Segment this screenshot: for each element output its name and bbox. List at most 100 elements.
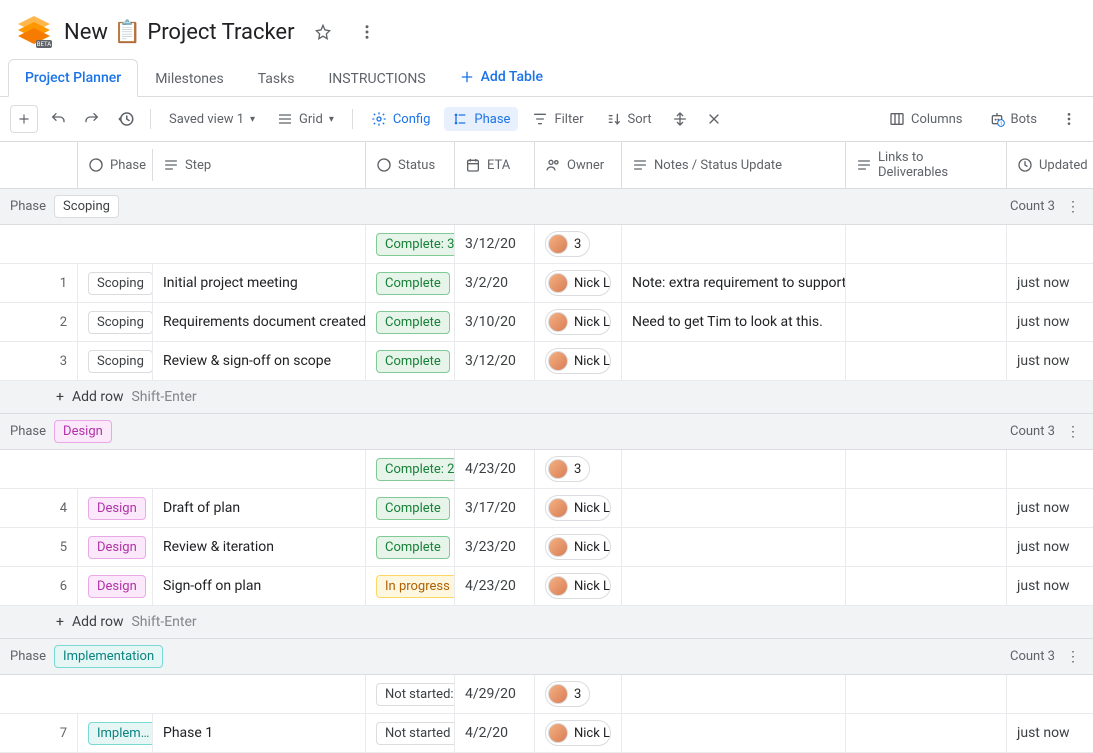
step-col-header[interactable]: Step [153,149,365,181]
summary-owner[interactable]: 3 [535,450,622,488]
cell-eta[interactable]: 4/23/20 [455,567,535,605]
cell-owner[interactable]: Nick La… [535,303,622,341]
cell-status[interactable]: Complete [366,264,455,302]
sort-button[interactable]: Sort [598,107,660,131]
cell-updated[interactable]: just now [1007,303,1093,341]
cell-status[interactable]: Complete [366,528,455,566]
cell-owner[interactable]: Nick La… [535,567,622,605]
overflow-button[interactable] [1055,105,1083,133]
cell-notes[interactable] [622,528,846,566]
status-col-header[interactable]: Status [366,142,455,188]
cell-eta[interactable]: 3/2/20 [455,264,535,302]
doc-title[interactable]: New 📋 Project Tracker [64,20,295,45]
phase-group-button[interactable]: Phase [444,107,518,131]
cell-eta[interactable]: 4/2/20 [455,714,535,752]
cell-status[interactable]: Complete [366,303,455,341]
table-row[interactable]: 7 Implem… Phase 1 Not started 4/2/20 Nic… [0,714,1093,753]
cell-owner[interactable]: Nick La… [535,489,622,527]
cell-step[interactable]: Initial project meeting [153,264,366,302]
add-button[interactable] [10,105,38,133]
cell-phase[interactable]: Scoping [78,342,153,380]
columns-button[interactable]: Columns [881,107,971,131]
cell-updated[interactable]: just now [1007,714,1093,752]
cell-eta[interactable]: 3/23/20 [455,528,535,566]
add-row-button[interactable]: + Add row Shift-Enter [0,606,1093,639]
cell-notes[interactable] [622,714,846,752]
table-row[interactable]: 4 Design Draft of plan Complete 3/17/20 … [0,489,1093,528]
cell-links[interactable] [846,489,1007,527]
cell-links[interactable] [846,264,1007,302]
cell-eta[interactable]: 3/12/20 [455,342,535,380]
summary-status[interactable]: Complete: 3 [366,225,455,263]
summary-updated[interactable] [1007,675,1093,713]
cell-step[interactable]: Draft of plan [153,489,366,527]
table-tab[interactable]: Milestones [138,60,241,97]
cell-phase[interactable]: Scoping [78,303,153,341]
config-button[interactable]: Config [363,107,439,131]
table-row[interactable]: 6 Design Sign-off on plan In progress 4/… [0,567,1093,606]
bots-button[interactable]: 1 Bots [981,107,1045,131]
phase-col-header[interactable]: Phase [78,149,153,181]
table-row[interactable]: 3 Scoping Review & sign-off on scope Com… [0,342,1093,381]
cell-links[interactable] [846,714,1007,752]
group-more-icon[interactable]: ⋮ [1063,424,1083,440]
cell-step[interactable]: Review & sign-off on scope [153,342,366,380]
cell-updated[interactable]: just now [1007,342,1093,380]
summary-eta[interactable]: 4/23/20 [455,450,535,488]
saved-view-select[interactable]: Saved view 1 ▾ [161,108,263,131]
summary-eta[interactable]: 3/12/20 [455,225,535,263]
summary-notes[interactable] [622,225,846,263]
filter-button[interactable]: Filter [524,107,591,131]
cell-notes[interactable] [622,567,846,605]
row-number-col-header[interactable] [0,142,78,188]
cell-updated[interactable]: just now [1007,567,1093,605]
cell-notes[interactable]: Note: extra requirement to support… [622,264,846,302]
cell-eta[interactable]: 3/17/20 [455,489,535,527]
cell-step[interactable]: Requirements document created [153,303,366,341]
grid-view-select[interactable]: Grid ▾ [269,107,342,131]
cell-eta[interactable]: 3/10/20 [455,303,535,341]
more-button[interactable] [351,16,383,48]
cell-step[interactable]: Phase 1 [153,714,366,752]
summary-owner[interactable]: 3 [535,675,622,713]
cell-notes[interactable] [622,342,846,380]
cell-owner[interactable]: Nick La… [535,264,622,302]
close-button[interactable] [700,105,728,133]
summary-status[interactable]: Complete: 2 [366,450,455,488]
redo-button[interactable] [78,105,106,133]
summary-updated[interactable] [1007,225,1093,263]
links-col-header[interactable]: Links to Deliverables [846,142,1007,188]
summary-links[interactable] [846,675,1007,713]
cell-owner[interactable]: Nick La… [535,342,622,380]
cell-links[interactable] [846,567,1007,605]
summary-updated[interactable] [1007,450,1093,488]
group-more-icon[interactable]: ⋮ [1063,199,1083,215]
undo-button[interactable] [44,105,72,133]
history-button[interactable] [112,105,140,133]
cell-status[interactable]: Complete [366,342,455,380]
cell-owner[interactable]: Nick La… [535,528,622,566]
cell-owner[interactable]: Nick La… [535,714,622,752]
summary-notes[interactable] [622,675,846,713]
summary-links[interactable] [846,225,1007,263]
cell-phase[interactable]: Implem… [78,714,153,752]
group-header[interactable]: Phase Design Count 3 ⋮ [0,414,1093,450]
table-tab[interactable]: Project Planner [8,59,138,97]
cell-links[interactable] [846,342,1007,380]
cell-step[interactable]: Sign-off on plan [153,567,366,605]
cell-updated[interactable]: just now [1007,528,1093,566]
cell-phase[interactable]: Scoping [78,264,153,302]
cell-updated[interactable]: just now [1007,264,1093,302]
owner-col-header[interactable]: Owner [535,142,622,188]
summary-owner[interactable]: 3 [535,225,622,263]
group-header[interactable]: Phase Implementation Count 3 ⋮ [0,639,1093,675]
cell-updated[interactable]: just now [1007,489,1093,527]
cell-phase[interactable]: Design [78,489,153,527]
cell-step[interactable]: Review & iteration [153,528,366,566]
add-row-button[interactable]: + Add row Shift-Enter [0,381,1093,414]
notes-col-header[interactable]: Notes / Status Update [622,142,846,188]
cell-notes[interactable]: Need to get Tim to look at this. [622,303,846,341]
table-row[interactable]: 1 Scoping Initial project meeting Comple… [0,264,1093,303]
eta-col-header[interactable]: ETA [455,142,535,188]
cell-phase[interactable]: Design [78,567,153,605]
